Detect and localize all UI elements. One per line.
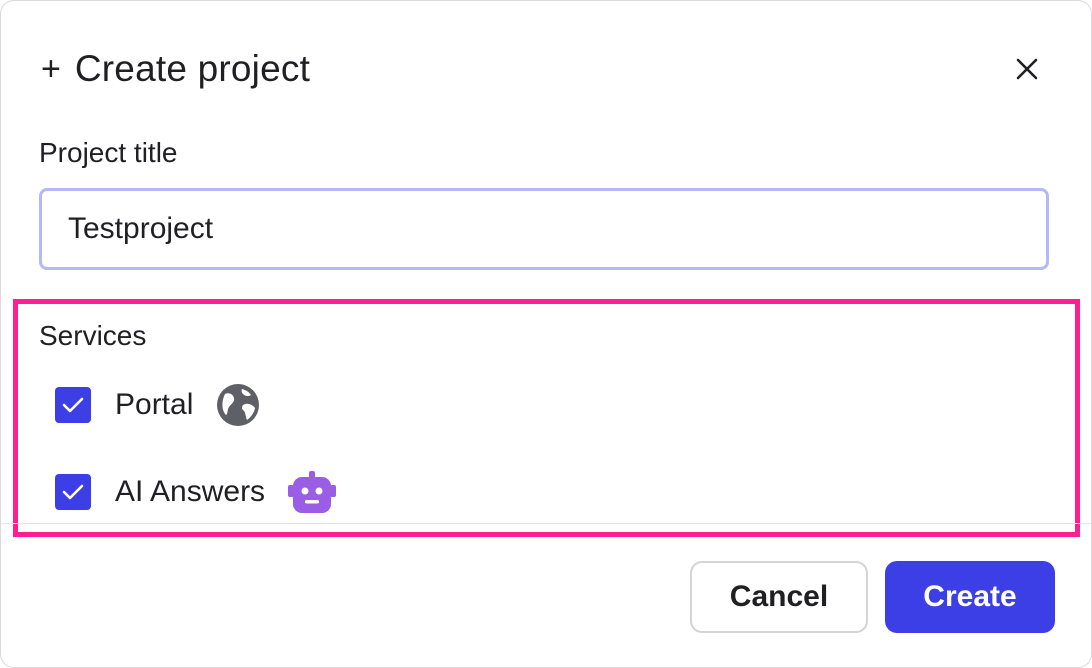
dialog-header: + Create project <box>41 41 310 97</box>
services-section: Services Portal AI Answers <box>13 299 1080 537</box>
close-icon <box>1016 58 1038 80</box>
ai-answers-label: AI Answers <box>115 475 266 508</box>
project-title-input[interactable] <box>39 188 1049 270</box>
portal-label: Portal <box>115 388 194 421</box>
ai-answers-checkbox[interactable] <box>55 474 91 510</box>
checkmark-icon <box>62 484 84 500</box>
checkmark-icon <box>62 397 84 413</box>
services-label: Services <box>39 320 147 351</box>
service-item-portal: Portal <box>55 380 261 430</box>
footer-divider <box>1 523 1091 524</box>
globe-icon <box>215 382 261 428</box>
dialog-title: Create project <box>74 48 311 89</box>
cancel-button[interactable]: Cancel <box>690 561 868 633</box>
portal-checkbox[interactable] <box>55 387 91 423</box>
close-button[interactable] <box>1007 49 1047 89</box>
robot-icon <box>287 469 337 515</box>
project-title-label: Project title <box>39 137 178 168</box>
create-button[interactable]: Create <box>885 561 1055 633</box>
plus-icon: + <box>41 50 61 88</box>
create-project-dialog: + Create project Project title Services … <box>0 0 1092 668</box>
service-item-ai-answers: AI Answers <box>55 467 337 517</box>
